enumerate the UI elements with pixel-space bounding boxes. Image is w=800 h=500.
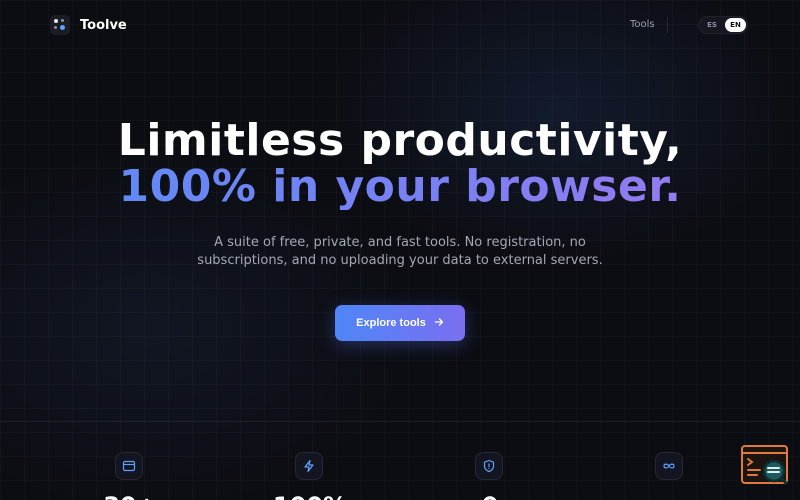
hero-title-line2: 100% in your browser.: [0, 164, 800, 210]
brand-logo-link[interactable]: Toolve: [50, 15, 127, 35]
site-header: Toolve Tools ES EN: [0, 0, 800, 52]
floating-tool-badge[interactable]: [741, 445, 789, 485]
landing-page: Toolve Tools ES EN Limitless productivit…: [0, 0, 800, 500]
language-switcher: ES EN: [698, 16, 748, 34]
nav-divider: [667, 17, 668, 33]
infinity-icon: [655, 452, 683, 480]
arrow-right-icon: [434, 317, 444, 330]
logo-icon: [50, 15, 70, 35]
nav-link-tools[interactable]: Tools: [630, 19, 655, 30]
browser-window-icon: [115, 452, 143, 480]
explore-tools-label: Explore tools: [356, 317, 426, 329]
brand-name: Toolve: [80, 17, 127, 33]
stat-value: 100%: [250, 492, 370, 500]
explore-tools-button[interactable]: Explore tools: [335, 305, 465, 341]
lightning-icon: [295, 452, 323, 480]
hero-title: Limitless productivity, 100% in your bro…: [0, 118, 800, 210]
stat-value: 0: [430, 492, 550, 500]
hero-title-line1: Limitless productivity,: [117, 115, 683, 166]
lang-button-en[interactable]: EN: [725, 18, 746, 32]
shield-icon: [475, 452, 503, 480]
terminal-search-icon: [741, 445, 788, 485]
stat-value: 30+: [70, 492, 190, 500]
hero-subtitle: A suite of free, private, and fast tools…: [197, 235, 603, 268]
lang-button-es[interactable]: ES: [702, 18, 722, 32]
stats-divider: [0, 421, 800, 422]
